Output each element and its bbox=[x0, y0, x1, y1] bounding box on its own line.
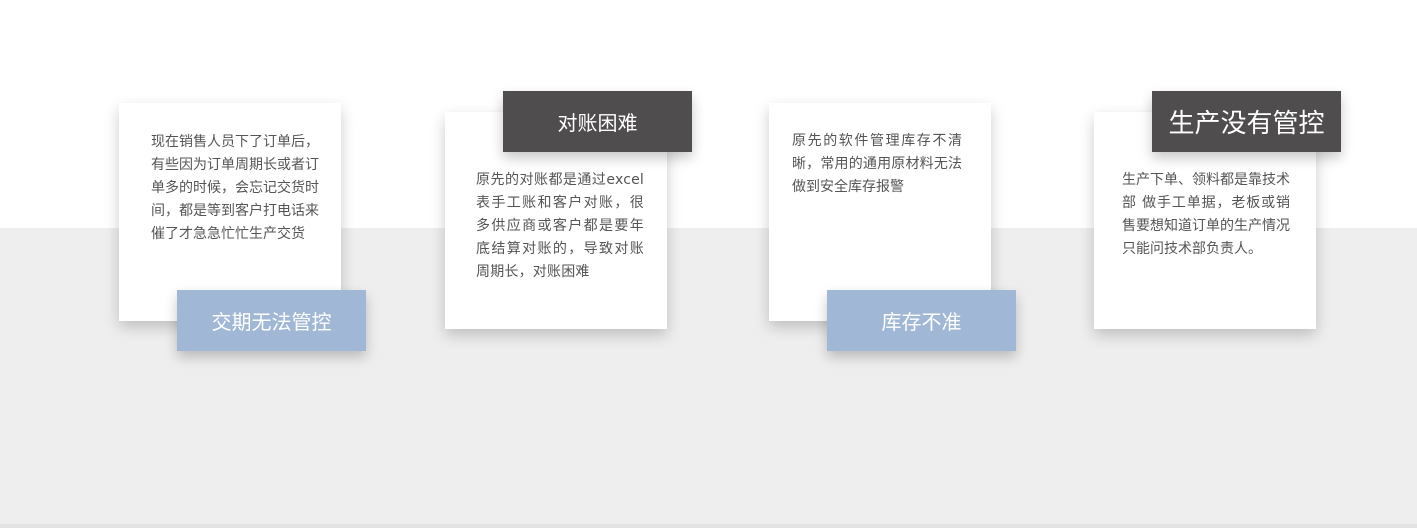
pain-point-card-inventory: 原先的软件管理库存不清晰，常用的通用原材料无法做到安全库存报警 bbox=[769, 103, 991, 321]
pain-point-label-delivery: 交期无法管控 bbox=[177, 290, 366, 351]
pain-point-label-reconciliation: 对账困难 bbox=[503, 91, 692, 152]
card-description: 生产下单、领料都是靠技术部 做手工单据，老板或销售要想知道订单的生产情况只能问技… bbox=[1122, 172, 1290, 257]
card-description: 原先的对账都是通过excel表手工账和客户对账，很多供应商或客户都是要年底结算对… bbox=[476, 172, 644, 280]
card-description: 现在销售人员下了订单后，有些因为订单周期长或者订单多的时候，会忘记交货时间，都是… bbox=[151, 134, 319, 242]
bottom-divider bbox=[0, 524, 1417, 528]
pain-point-label-production: 生产没有管控 bbox=[1152, 91, 1341, 152]
pain-point-label-inventory: 库存不准 bbox=[827, 290, 1016, 351]
card-description: 原先的软件管理库存不清晰，常用的通用原材料无法做到安全库存报警 bbox=[792, 133, 962, 195]
pain-point-card-delivery: 现在销售人员下了订单后，有些因为订单周期长或者订单多的时候，会忘记交货时间，都是… bbox=[119, 103, 341, 321]
